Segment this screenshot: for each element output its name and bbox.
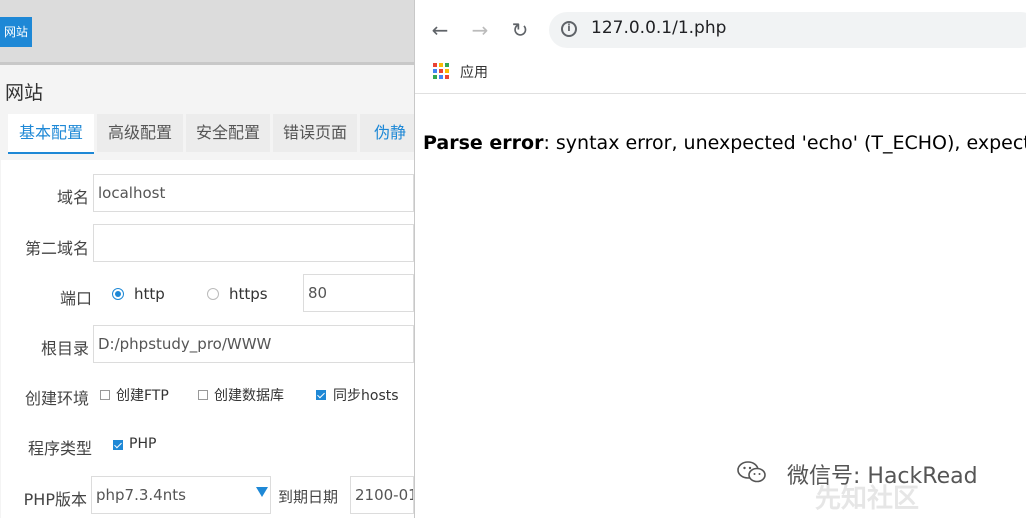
url-text[interactable]: 127.0.0.1/1.php: [591, 18, 726, 38]
php-checkbox-label: PHP: [129, 436, 157, 452]
create-db-label: 创建数据库: [214, 388, 284, 404]
domain-label: 域名: [56, 188, 89, 207]
site-config-panel: 网站 网站 基本配置 高级配置 安全配置 错误页面 伪静 域名 localhos…: [0, 0, 414, 518]
expire-date-label: 到期日期: [278, 488, 339, 506]
parse-error-message: Parse error: syntax error, unexpected 'e…: [423, 132, 1026, 154]
program-type-label: 程序类型: [27, 439, 92, 458]
forward-icon[interactable]: →: [468, 18, 492, 42]
tab-rewrite[interactable]: 伪静: [360, 114, 414, 152]
browser-window: ← → ↻ i 127.0.0.1/1.php 应用 Parse error: …: [414, 0, 1026, 518]
dialog-title: 网站: [5, 82, 44, 104]
http-radio-label: http: [134, 285, 165, 303]
sync-hosts-checkbox[interactable]: [316, 390, 326, 400]
tab-security[interactable]: 安全配置: [186, 114, 270, 152]
create-ftp-checkbox[interactable]: [100, 390, 110, 400]
wechat-icon: [737, 461, 766, 483]
domain-input[interactable]: localhost: [93, 174, 414, 212]
port-label: 端口: [59, 289, 92, 308]
tab-error-pages[interactable]: 错误页面: [273, 114, 357, 152]
second-domain-input[interactable]: [93, 224, 414, 262]
https-radio-label: https: [229, 285, 268, 303]
php-checkbox[interactable]: [113, 440, 123, 450]
watermark-wechat: 微信号: HackRead: [787, 464, 978, 489]
env-label: 创建环境: [24, 389, 89, 408]
http-radio[interactable]: [112, 288, 124, 300]
back-icon[interactable]: ←: [428, 18, 452, 42]
bookmark-apps[interactable]: 应用: [460, 62, 488, 82]
site-button[interactable]: 网站: [0, 17, 32, 47]
error-title: Parse error: [423, 132, 544, 154]
info-icon[interactable]: i: [561, 21, 577, 37]
https-radio[interactable]: [207, 288, 219, 300]
sync-hosts-label: 同步hosts: [333, 388, 399, 404]
toolbar-divider: [415, 93, 1026, 94]
php-version-select[interactable]: php7.3.4nts: [91, 476, 271, 514]
root-dir-label: 根目录: [40, 339, 89, 358]
create-db-checkbox[interactable]: [198, 390, 208, 400]
apps-grid-icon[interactable]: [433, 63, 449, 79]
port-input[interactable]: 80: [303, 274, 414, 312]
chevron-down-icon[interactable]: [256, 487, 268, 497]
tab-basic[interactable]: 基本配置: [8, 114, 94, 154]
second-domain-label: 第二域名: [24, 239, 89, 258]
reload-icon[interactable]: ↻: [508, 18, 532, 42]
tab-advanced[interactable]: 高级配置: [97, 114, 183, 152]
root-dir-input[interactable]: D:/phpstudy_pro/WWW: [93, 325, 414, 363]
top-bar: 网站: [0, 0, 414, 65]
create-ftp-label: 创建FTP: [116, 388, 169, 404]
error-detail: : syntax error, unexpected 'echo' (T_ECH…: [543, 132, 1026, 154]
expire-date-input[interactable]: 2100-01: [350, 476, 414, 514]
php-version-label: PHP版本: [23, 490, 87, 509]
config-tabs: 基本配置 高级配置 安全配置 错误页面 伪静: [0, 114, 414, 154]
